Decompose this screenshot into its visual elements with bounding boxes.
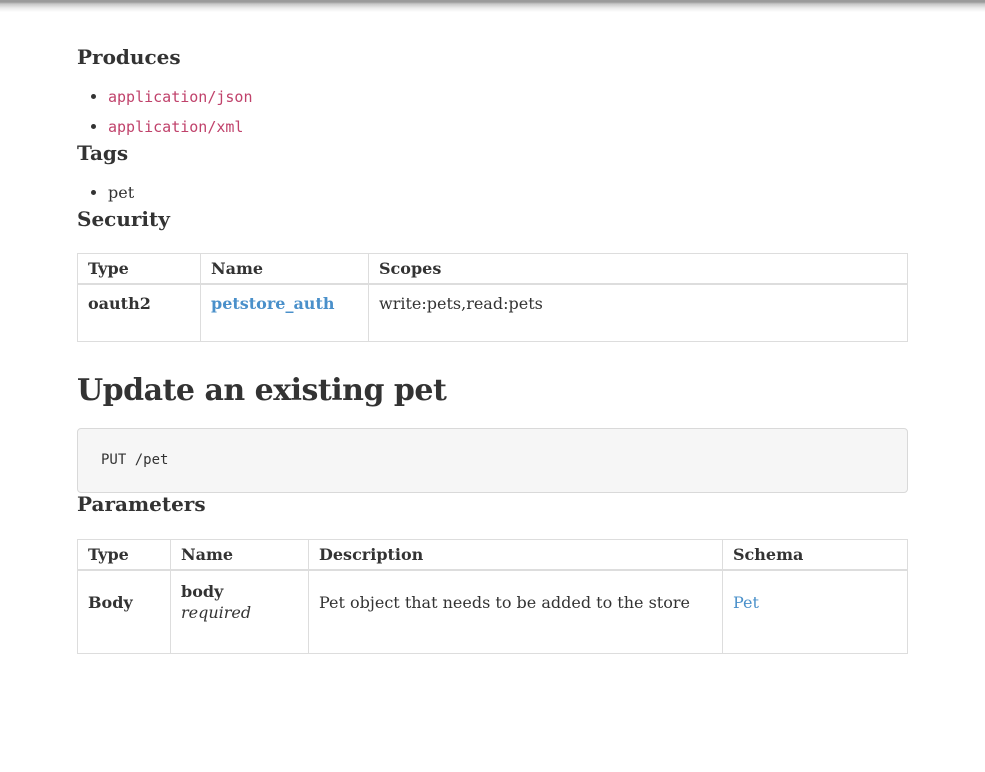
- param-name-cell: body required: [171, 570, 309, 654]
- security-col-scopes: Scopes: [369, 254, 908, 285]
- operation-title: Update an existing pet: [77, 372, 908, 410]
- security-type-cell: oauth2: [78, 284, 201, 342]
- pet-schema-link[interactable]: Pet: [733, 593, 759, 612]
- parameters-heading: Parameters: [77, 493, 908, 515]
- produces-list: application/json application/xml: [77, 82, 908, 142]
- param-description-cell: Pet object that needs to be added to the…: [309, 570, 723, 654]
- security-scopes-cell: write:pets,read:pets: [369, 284, 908, 342]
- security-col-type: Type: [78, 254, 201, 285]
- parameters-table: Type Name Description Schema Body body r…: [77, 539, 908, 654]
- param-required-flag: required: [181, 602, 298, 623]
- media-type-code: application/xml: [108, 118, 243, 136]
- tags-list: pet: [77, 178, 908, 208]
- produces-item: application/xml: [108, 112, 908, 142]
- security-heading: Security: [77, 208, 908, 230]
- param-col-schema: Schema: [723, 540, 908, 571]
- produces-heading: Produces: [77, 46, 908, 68]
- security-table-row: oauth2 petstore_auth write:pets,read:pet…: [78, 284, 908, 342]
- security-table-header-row: Type Name Scopes: [78, 254, 908, 285]
- param-col-description: Description: [309, 540, 723, 571]
- petstore-auth-link[interactable]: petstore_auth: [211, 294, 334, 313]
- param-name: body: [181, 581, 298, 602]
- endpoint-code-block: PUT /pet: [77, 428, 908, 493]
- security-name-cell: petstore_auth: [201, 284, 369, 342]
- parameters-table-row: Body body required Pet object that needs…: [78, 570, 908, 654]
- tags-heading: Tags: [77, 142, 908, 164]
- param-schema-cell: Pet: [723, 570, 908, 654]
- parameters-table-header-row: Type Name Description Schema: [78, 540, 908, 571]
- param-col-name: Name: [171, 540, 309, 571]
- tag-item: pet: [108, 178, 908, 208]
- doc-content: Produces application/json application/xm…: [77, 12, 908, 679]
- produces-item: application/json: [108, 82, 908, 112]
- top-shadow-bar: [0, 0, 985, 12]
- media-type-code: application/json: [108, 88, 253, 106]
- security-table: Type Name Scopes oauth2 petstore_auth wr…: [77, 253, 908, 342]
- param-type-cell: Body: [78, 570, 171, 654]
- param-col-type: Type: [78, 540, 171, 571]
- security-col-name: Name: [201, 254, 369, 285]
